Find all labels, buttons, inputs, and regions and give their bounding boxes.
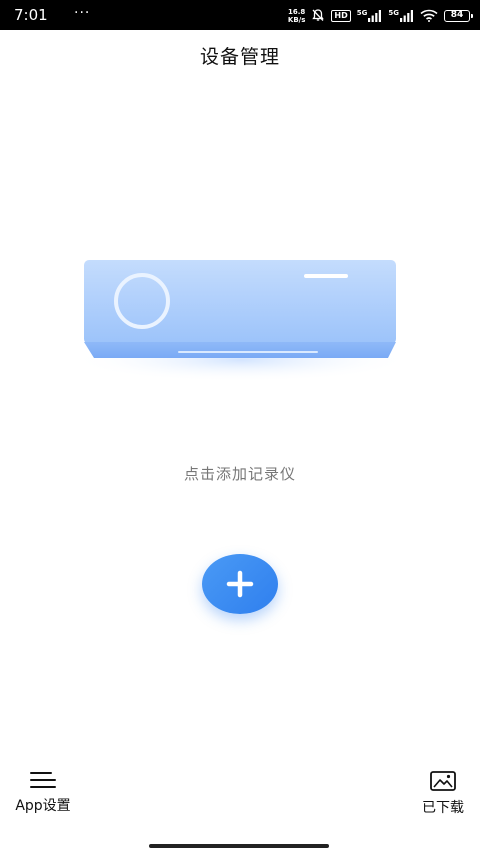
empty-hint-text: 点击添加记录仪: [183, 465, 296, 483]
tab-app-settings-label: App设置: [15, 798, 71, 814]
signal-label: 5G: [388, 9, 399, 17]
status-time: 7:01: [14, 6, 48, 24]
home-indicator[interactable]: [149, 844, 329, 848]
hd-badge: HD: [331, 10, 351, 22]
menu-lines-icon: [29, 770, 57, 794]
status-dots: ···: [74, 5, 91, 21]
network-speed-unit: KB/s: [287, 16, 306, 24]
bell-off-icon: [311, 7, 325, 26]
tab-app-settings[interactable]: App设置: [6, 770, 80, 814]
wifi-icon: [420, 7, 438, 26]
air-conditioner-illustration: [66, 248, 416, 382]
page-title: 设备管理: [199, 46, 280, 68]
network-speed: 16.8 KB/s: [288, 8, 305, 24]
signal-label: 5G: [356, 9, 368, 17]
image-icon: [429, 770, 457, 796]
network-speed-value: 16.8: [288, 8, 306, 16]
tab-downloaded[interactable]: 已下载: [408, 770, 478, 816]
status-bar: 7:01 ··· 16.8 KB/s HD 5G 5G 84: [0, 0, 480, 30]
battery-icon: 84: [444, 10, 473, 22]
tab-downloaded-label: 已下载: [422, 800, 464, 816]
signal-icon: 5G: [388, 10, 414, 22]
status-icons: 16.8 KB/s HD 5G 5G 84: [288, 7, 473, 26]
add-recorder-button[interactable]: [202, 554, 278, 614]
signal-icon: 5G: [357, 10, 383, 22]
